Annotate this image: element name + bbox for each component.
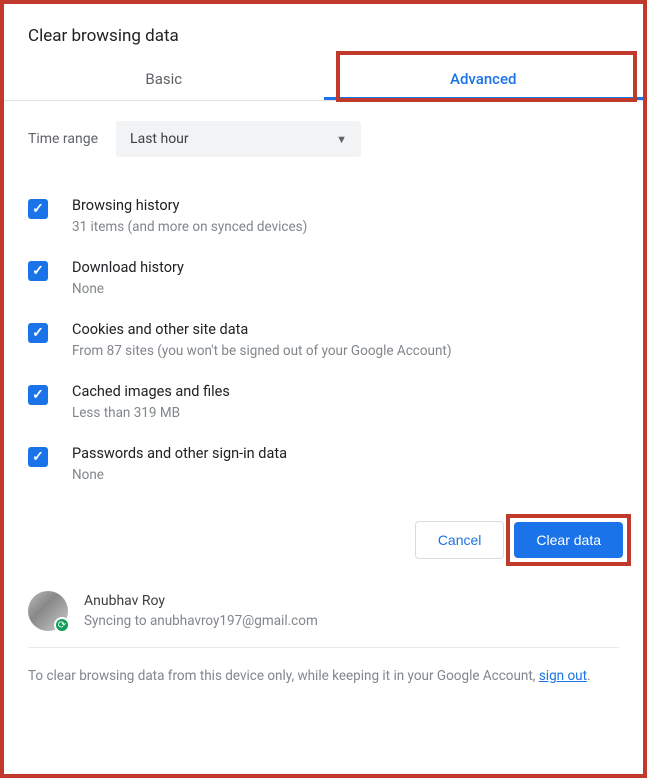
checkbox-passwords[interactable]: ✓ [28,447,48,467]
footer-note: To clear browsing data from this device … [4,648,643,706]
options-scroll-area[interactable]: Time range Last hour ▼ ✓ Browsing histor… [4,101,643,499]
time-range-row: Time range Last hour ▼ [28,101,619,177]
sync-prefix: Syncing to [84,613,150,629]
time-range-value: Last hour [130,131,189,147]
checkmark-icon: ✓ [32,449,44,465]
option-subtitle: None [72,281,619,297]
dialog-title: Clear browsing data [4,4,643,56]
option-subtitle: 31 items (and more on synced devices) [72,219,619,235]
option-text: Passwords and other sign-in data None [72,445,619,483]
list-item: ✓ Browsing history 31 items (and more on… [28,185,619,247]
list-item: ✓ Cookies and other site data From 87 si… [28,309,619,371]
option-subtitle: Less than 319 MB [72,405,619,421]
checkmark-icon: ✓ [32,325,44,341]
option-title: Download history [72,259,619,276]
tabs-row: Basic Advanced [4,56,643,101]
option-title: Cookies and other site data [72,321,619,338]
option-text: Cookies and other site data From 87 site… [72,321,619,359]
footer-text-before: To clear browsing data from this device … [28,668,539,684]
option-subtitle: From 87 sites (you won't be signed out o… [72,343,619,359]
clear-data-wrap: Clear data [514,522,623,558]
account-sync: Syncing to anubhavroy197@gmail.com [84,613,619,629]
button-row: Cancel Clear data [4,499,643,569]
option-title: Browsing history [72,197,619,214]
sync-badge-icon: ⟳ [54,617,70,633]
option-title: Cached images and files [72,383,619,400]
checkmark-icon: ✓ [32,387,44,403]
option-text: Cached images and files Less than 319 MB [72,383,619,421]
option-subtitle: None [72,467,619,483]
time-range-select[interactable]: Last hour ▼ [116,121,361,157]
checkmark-icon: ✓ [32,263,44,279]
list-item: ✓ Passwords and other sign-in data None [28,433,619,495]
tab-advanced[interactable]: Advanced [324,56,644,100]
checkbox-download-history[interactable]: ✓ [28,261,48,281]
list-item: ✓ Download history None [28,247,619,309]
dialog-frame: Clear browsing data Basic Advanced Time … [0,0,647,778]
tab-basic[interactable]: Basic [4,56,324,100]
time-range-label: Time range [28,131,98,147]
cancel-button[interactable]: Cancel [415,521,505,559]
option-text: Browsing history 31 items (and more on s… [72,197,619,235]
account-section: ⟳ Anubhav Roy Syncing to anubhavroy197@g… [4,569,643,648]
account-text: Anubhav Roy Syncing to anubhavroy197@gma… [84,593,619,629]
account-email: anubhavroy197@gmail.com [150,613,318,629]
account-name: Anubhav Roy [84,593,619,609]
chevron-down-icon: ▼ [336,133,347,146]
list-item: ✓ Cached images and files Less than 319 … [28,371,619,433]
option-text: Download history None [72,259,619,297]
checkbox-cookies[interactable]: ✓ [28,323,48,343]
option-title: Passwords and other sign-in data [72,445,619,462]
checkbox-browsing-history[interactable]: ✓ [28,199,48,219]
checkmark-icon: ✓ [32,201,44,217]
sign-out-link[interactable]: sign out [539,668,587,684]
options-inner: Time range Last hour ▼ ✓ Browsing histor… [4,101,643,499]
account-row: ⟳ Anubhav Roy Syncing to anubhavroy197@g… [28,583,619,648]
tab-advanced-wrap: Advanced [324,56,644,100]
clear-data-button[interactable]: Clear data [514,522,623,558]
checkbox-cached[interactable]: ✓ [28,385,48,405]
avatar: ⟳ [28,591,68,631]
options-list: ✓ Browsing history 31 items (and more on… [28,185,619,499]
footer-text-after: . [587,668,591,684]
